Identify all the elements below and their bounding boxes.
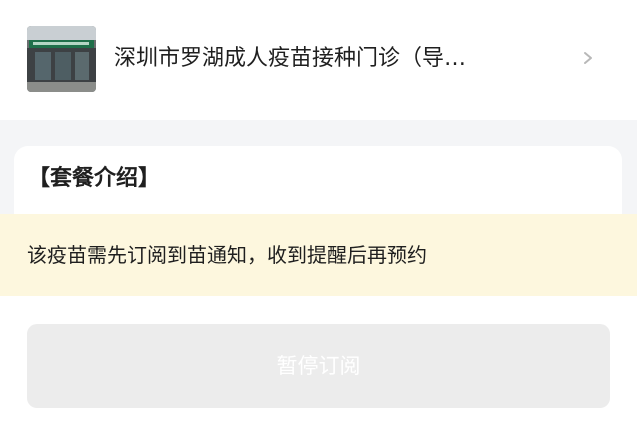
chevron-right-icon[interactable] bbox=[581, 51, 595, 65]
clinic-name: 深圳市罗湖成人疫苗接种门诊（导… bbox=[114, 46, 467, 71]
subscription-notice-text: 该疫苗需先订阅到苗通知，收到提醒后再预约 bbox=[27, 243, 427, 267]
pause-subscription-button[interactable]: 暂停订阅 bbox=[27, 324, 610, 408]
clinic-header-card[interactable]: 深圳市罗湖成人疫苗接种门诊（导… bbox=[0, 0, 637, 120]
package-intro-title: 【套餐介绍】 bbox=[28, 166, 161, 191]
clinic-photo bbox=[27, 26, 96, 92]
subscription-notice-banner: 该疫苗需先订阅到苗通知，收到提醒后再预约 bbox=[0, 214, 637, 296]
bottom-action-bar: 暂停订阅 bbox=[0, 296, 637, 432]
